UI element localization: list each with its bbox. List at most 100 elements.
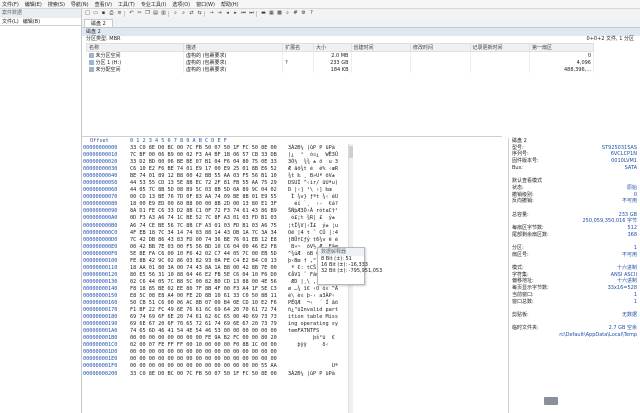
tab-disk-2[interactable]: 磁盘 2 (84, 19, 113, 27)
hex-ascii[interactable]: PËQÆ ¬‹ ´ Í âö (288, 300, 348, 307)
hex-bytes[interactable]: BE 74 01 89 12 B8 00 42 BB 55 AA 03 F5 5… (130, 173, 284, 180)
hex-bytes[interactable]: 33 D2 BD 00 06 BE BE 07 B1 04 F6 04 80 7… (130, 159, 284, 166)
hex-ascii[interactable]: ñ¿"üInvalid part (288, 307, 348, 314)
hex-ascii[interactable]: ¦tÎ¾V|‹Ï£ ý± ¦u (288, 223, 348, 230)
hex-ascii[interactable]: |BÛ†Cƒý t6¾v ë è (288, 237, 348, 244)
hex-bytes[interactable]: C6 10 E2 F6 BE 74 01 E9 17 00 E9 25 01 8… (130, 166, 284, 173)
find-hex-icon[interactable]: ⌕ (180, 10, 187, 17)
hex-row[interactable]: 00000000120 80 E5 56 31 10 88 04 46 E2 FB… (82, 272, 502, 279)
hex-ascii[interactable]: þÿÿ ð‹ (288, 342, 348, 349)
hex-row[interactable]: 000000001D0 00 00 00 00 00 00 00 00 00 00… (82, 349, 502, 356)
column-header[interactable]: 创建时间 (350, 43, 412, 52)
paste-special-icon[interactable]: ▥ (160, 10, 167, 17)
menu-item[interactable]: 工具(T) (118, 1, 135, 8)
hex-row[interactable]: 000000000F0 5E BE FA C6 00 10 F6 42 02 C7… (82, 251, 502, 258)
hex-ascii[interactable]: Uª (288, 363, 348, 370)
menu-item[interactable]: 搜索(S) (48, 1, 65, 8)
hex-bytes[interactable]: 44 53 55 CD 13 5E 8B EC 72 2F 81 FB 55 A… (130, 180, 284, 187)
hex-bytes[interactable]: 18 00 E9 ED 00 60 B8 00 00 8B 2D 00 13 8… (130, 201, 284, 208)
hex-ascii[interactable]: Oë |4 t ˆ CÛ |:4 (288, 230, 348, 237)
hex-bytes[interactable]: 5E BE FA C6 00 10 F6 42 02 C7 44 05 7C 0… (130, 251, 284, 258)
save-icon[interactable]: ▪ (100, 10, 107, 17)
hex-row[interactable]: 000000001F0 00 00 00 00 00 00 00 00 00 00… (82, 363, 502, 370)
hex-ascii[interactable]: 3À2Ð¼ |ûP P üPà (288, 371, 348, 378)
hex-bytes[interactable]: 69 6E 67 20 6F 70 65 72 61 74 69 6E 67 2… (130, 321, 284, 328)
hex-ascii[interactable]: DSUÍ ^‹ìr/ ûUªu) (288, 180, 348, 187)
hex-bytes[interactable]: 0D F3 A3 A6 74 1C BE 52 7C 8F A3 01 03 F… (130, 215, 284, 222)
hex-row[interactable]: 00000000140 F8 18 85 BE 02 EE 80 7F 8B 4F… (82, 286, 502, 293)
menu-item[interactable]: 编辑(E) (25, 1, 42, 8)
hex-ascii[interactable] (288, 356, 348, 363)
help-icon[interactable]: ? (308, 10, 315, 17)
menu-item[interactable]: 查看(V) (95, 1, 112, 8)
column-header[interactable]: 名称 (86, 43, 184, 52)
hex-ascii[interactable]: Æ âö¾t é é% ‹æR (288, 166, 348, 173)
hex-bytes[interactable]: 00 00 00 00 00 00 00 00 00 00 00 00 00 0… (130, 349, 284, 356)
menu-item[interactable]: 选项(O) (172, 1, 190, 8)
hex-row[interactable]: 00000000150 E8 5C 08 E8 A4 00 FE 2D 8B 10… (82, 293, 502, 300)
goto-sector-icon[interactable]: ⇥ (216, 10, 223, 17)
hex-bytes[interactable]: 44 05 7C 8B 5D 08 B9 5C 03 8B 5D 0A 89 9… (130, 187, 284, 194)
hex-bytes[interactable]: 80 E5 56 31 10 88 04 46 E2 FB 5E C6 04 1… (130, 272, 284, 279)
open-icon[interactable]: ▭ (92, 10, 99, 17)
paste-icon[interactable]: ▤ (152, 10, 159, 17)
hex-bytes[interactable]: 4F EB 18 7C 34 14 74 03 88 14 43 DB 1A 7… (130, 230, 284, 237)
column-header[interactable]: 大小 (313, 43, 352, 52)
hex-bytes[interactable]: 8A D1 FE C6 33 D2 8B C1 0F 72 F3 74 61 4… (130, 208, 284, 215)
hex-ascii[interactable]: þš²ü € (288, 335, 348, 342)
hex-row[interactable]: 000000001E0 00 00 00 00 00 00 00 00 00 00… (82, 356, 502, 363)
hex-ascii[interactable]: ó£¦t ¾R| £ ý± (288, 215, 348, 222)
hex-editor[interactable]: Offset 0 1 2 3 4 5 6 7 8 9 A B C D E F 0… (82, 136, 502, 413)
hex-bytes[interactable]: 02 00 07 FE FF FF 00 10 00 00 00 F0 8B 1… (130, 342, 284, 349)
forward-icon[interactable]: ▸ (232, 10, 239, 17)
hex-row[interactable]: 000000000E0 00 42 BB 7E 03 00 F5 56 BD 10… (82, 244, 502, 251)
hex-row[interactable]: 00000000100 FE 8B 42 9C 02 86 03 82 93 0A… (82, 258, 502, 265)
hex-bytes[interactable]: 00 00 00 00 00 00 00 00 00 00 00 00 00 0… (130, 363, 284, 370)
hash-icon[interactable]: # (292, 10, 299, 17)
hex-row[interactable]: 000000000D0 7C 42 DB 86 43 83 FD 00 74 36… (82, 237, 502, 244)
hex-bytes[interactable]: F8 18 85 BE 02 EE 80 7F 8B 4F 00 F3 A4 1… (130, 286, 284, 293)
hex-row[interactable]: 000000000C0 4F EB 18 7C 34 14 74 03 88 14… (82, 230, 502, 237)
hex-row[interactable]: 000000000A0 0D F3 A3 A6 74 1C BE 52 7C 8F… (82, 215, 502, 222)
hex-row[interactable]: 00000000160 50 CB 51 C6 00 06 AC 8B 07 00… (82, 300, 502, 307)
hex-bytes[interactable]: 02 C6 44 05 7C B8 5C 00 82 B0 CD 13 88 0… (130, 279, 284, 286)
hex-ascii[interactable]: ing operating sy (288, 321, 348, 328)
properties-icon[interactable]: ≡ (116, 10, 123, 17)
hex-row[interactable]: 00000000110 18 AA 01 80 3A 00 74 43 8A 1A… (82, 265, 502, 272)
menu-item[interactable]: 帮助(H) (221, 1, 239, 8)
first-icon[interactable]: ⏮ (240, 10, 247, 17)
cut-icon[interactable]: ✂ (136, 10, 143, 17)
partition-row[interactable]: 未分区空间 虚构的 (包裹要求) 2.0 MB 0 (86, 51, 594, 59)
find-icon[interactable]: ⌕ (172, 10, 179, 17)
menu-item[interactable]: 文件(F) (2, 1, 19, 8)
search-icon[interactable]: ⌕ (284, 10, 291, 17)
hex-row[interactable]: 00000000000 33 C0 8E D0 BC 00 7C FB 50 07… (82, 145, 502, 152)
hex-row[interactable]: 000000001C0 02 00 07 FE FF FF 00 10 00 00… (82, 342, 502, 349)
hex-ascii[interactable]: è\ è¤ þ-‹ a3ÀP‹ (288, 293, 348, 300)
hex-bytes[interactable]: 18 AA 01 80 3A 00 74 43 8A 1A B8 00 42 8… (130, 265, 284, 272)
hex-bytes[interactable]: E8 5C 08 E8 A4 00 FE 2D 8B 10 61 33 C0 5… (130, 293, 284, 300)
column-header[interactable]: 扩展名 (282, 43, 315, 52)
back-icon[interactable]: ◂ (224, 10, 231, 17)
hex-bytes[interactable]: 00 00 00 00 00 00 00 00 FE 9A B2 FC 00 0… (130, 335, 284, 342)
menu-item[interactable]: 专业工具(I) (141, 1, 166, 8)
hex-row[interactable]: 00000000030 C6 10 E2 F6 BE 74 01 E9 17 00… (82, 166, 502, 173)
menu-item[interactable]: 窗口(W) (196, 1, 215, 8)
undo-icon[interactable]: ↶ (128, 10, 135, 17)
column-header[interactable]: 记录更新时间 (469, 43, 531, 52)
case-file-menu[interactable]: 文件(L) (2, 18, 19, 25)
hex-row[interactable]: 000000001B0 00 00 00 00 00 00 00 00 FE 9A… (82, 335, 502, 342)
menu-item[interactable]: 导航(N) (71, 1, 89, 8)
tools-icon[interactable]: ⚙ (300, 10, 307, 17)
hex-row[interactable]: 000000000B0 A6 74 CE BE 56 7C 8B CF A3 01… (82, 223, 502, 230)
hex-scroll-thumb[interactable] (349, 146, 353, 158)
hex-row[interactable]: 00000000180 69 74 69 6F 6E 20 74 61 62 6C… (82, 314, 502, 321)
hex-ascii[interactable]: 3À2Ð¼ |ûP P üPà (288, 145, 348, 152)
ram-icon[interactable]: ▦ (268, 10, 275, 17)
hex-bytes[interactable]: 33 C0 8E D0 BC 00 7C FB 50 07 50 1F FC 5… (130, 145, 284, 152)
hex-row[interactable]: 00000000130 02 C6 44 05 7C B8 5C 00 82 B0… (82, 279, 502, 286)
hex-row[interactable]: 00000000200 33 C0 8E D0 BC 00 7C FB 50 07… (82, 371, 502, 378)
hex-bytes[interactable]: 74 65 6D 46 41 54 4E 54 46 53 00 00 00 0… (130, 328, 284, 335)
print-icon[interactable]: ⎙ (108, 10, 115, 17)
hex-bytes[interactable]: 7C 42 DB 86 43 83 FD 00 74 36 BE 76 01 E… (130, 237, 284, 244)
